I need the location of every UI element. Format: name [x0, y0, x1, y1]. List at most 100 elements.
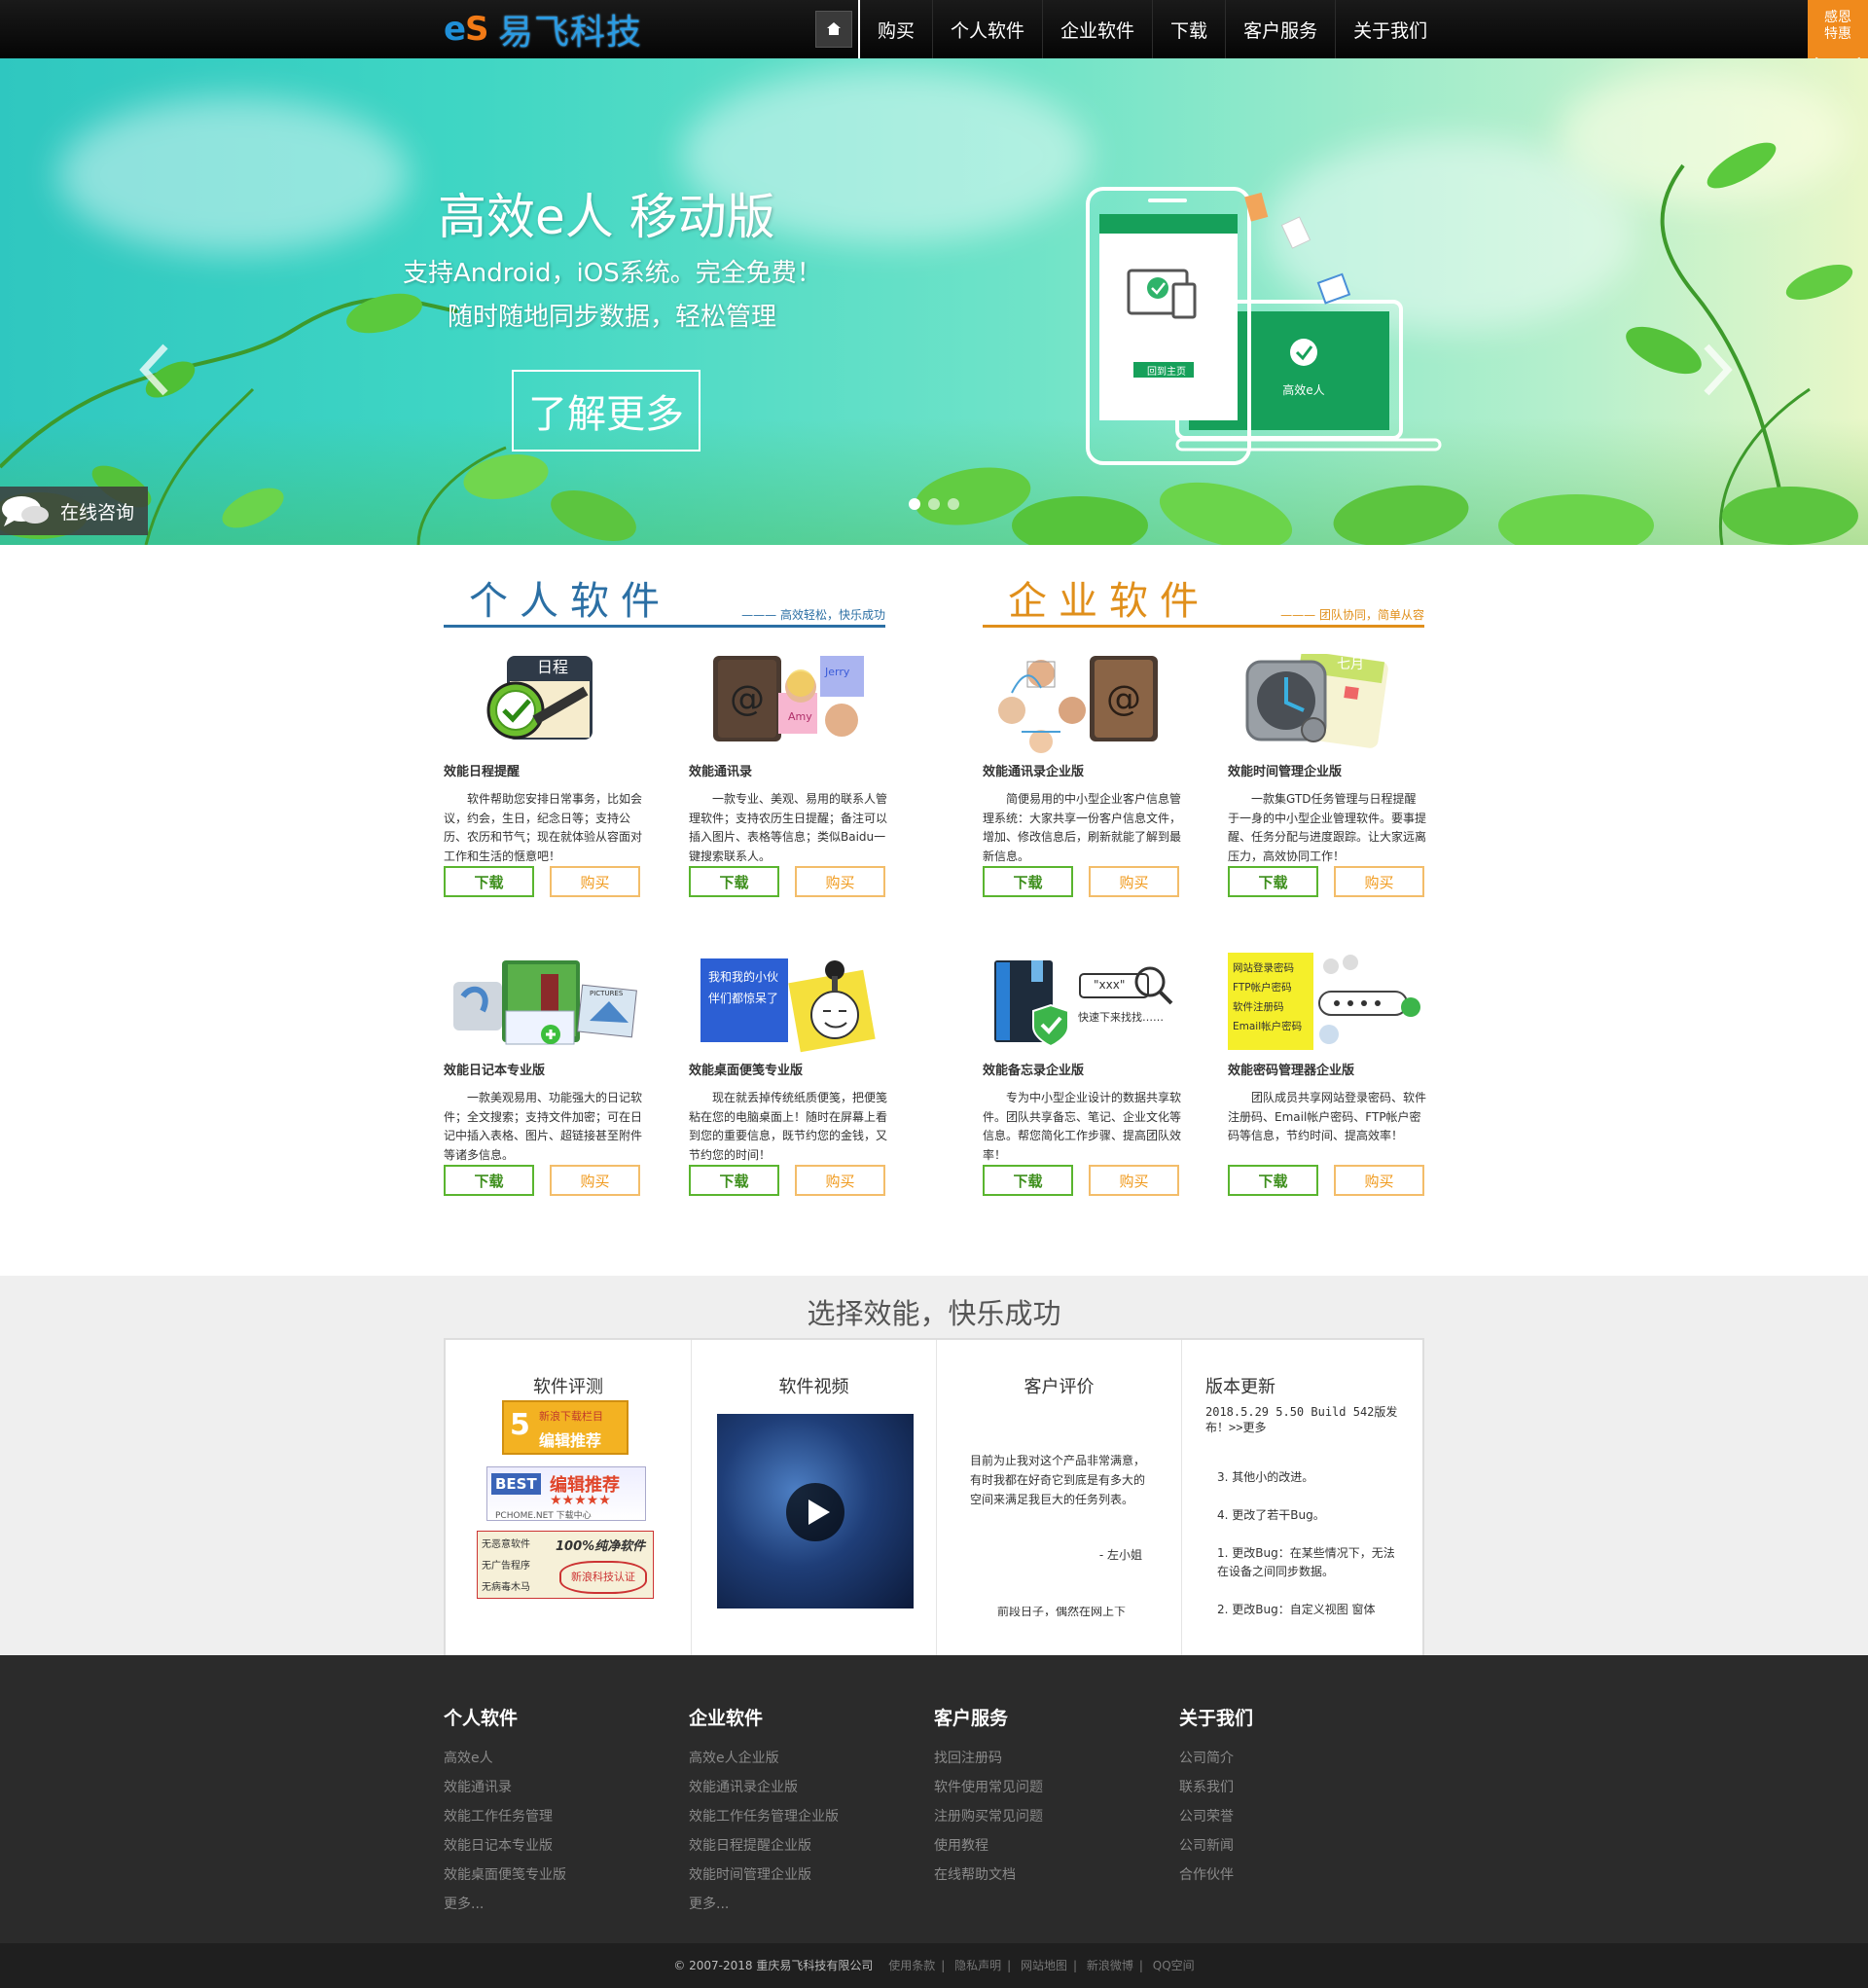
online-consult-button[interactable]: 在线咨询 [0, 487, 148, 535]
sina-certified-badge[interactable]: 无恶意软件 100%纯净软件 无广告程序 无病毒木马 新浪科技认证 [477, 1531, 654, 1599]
footer-link[interactable]: 在线帮助文档 [934, 1861, 1043, 1890]
nav-buy[interactable]: 购买 [858, 0, 932, 58]
home-button[interactable] [815, 11, 852, 48]
sitemap-link[interactable]: 网站地图 [1021, 1959, 1067, 1972]
product-card: 网站登录密码 FTP帐户密码 软件注册码 Email帐户密码 效能密码管理器企业… [1228, 953, 1427, 1196]
video-player[interactable] [717, 1414, 914, 1608]
banner-tagline-1: 支持Android，iOS系统。完全免费！ [403, 259, 822, 288]
product-name[interactable]: 效能通讯录企业版 [983, 761, 1084, 779]
product-description: 团队成员共享网站登录密码、软件注册码、Email帐户密码、FTP帐户密码等信息，… [1228, 1091, 1427, 1142]
personal-software-title: 个人软件 [469, 579, 671, 624]
buy-button[interactable]: 购买 [795, 866, 885, 897]
footer-link[interactable]: 注册购买常见问题 [934, 1802, 1043, 1831]
download-button[interactable]: 下载 [444, 1165, 534, 1196]
download-button[interactable]: 下载 [689, 866, 779, 897]
learn-more-button[interactable]: 了解更多 [512, 370, 700, 452]
laptop-app-label: 高效e人 [1282, 383, 1325, 397]
sina-award-badge[interactable]: 5 新浪下载栏目 编辑推荐 [502, 1400, 629, 1455]
version-updates-column: 版本更新 2018.5.29 5.50 Build 542版发布！>>更多 3.… [1181, 1340, 1424, 1655]
nav-download[interactable]: 下载 [1152, 0, 1225, 58]
nav-personal-software[interactable]: 个人软件 [932, 0, 1042, 58]
buy-button[interactable]: 购买 [1334, 1165, 1424, 1196]
download-button[interactable]: 下载 [444, 866, 534, 897]
qzone-link[interactable]: QQ空间 [1153, 1959, 1195, 1972]
personal-software-subtitle: ——— 高效轻松，快乐成功 [741, 608, 885, 622]
buy-button[interactable]: 购买 [1334, 866, 1424, 897]
update-headline[interactable]: 2018.5.29 5.50 Build 542版发布！>>更多 [1205, 1404, 1400, 1435]
testimonial-author: - 左小姐 [1098, 1548, 1142, 1562]
product-name[interactable]: 效能备忘录企业版 [983, 1060, 1084, 1078]
footer-link[interactable]: 合作伙伴 [1179, 1861, 1253, 1890]
footer-link[interactable]: 效能通讯录企业版 [689, 1773, 839, 1802]
product-description: 专为中小型企业设计的数据共享软件。团队共享备忘、笔记、企业文化等信息。帮您简化工… [983, 1091, 1182, 1162]
footer-link[interactable]: 效能时间管理企业版 [689, 1861, 839, 1890]
footer-link[interactable]: 软件使用常见问题 [934, 1773, 1043, 1802]
footer-link[interactable]: 公司新闻 [1179, 1831, 1253, 1861]
pchome-best-label: BEST [491, 1473, 541, 1495]
nav-enterprise-software[interactable]: 企业软件 [1042, 0, 1152, 58]
enterprise-contacts-icon[interactable]: @ [983, 654, 1182, 761]
buy-button[interactable]: 购买 [795, 1165, 885, 1196]
top-navigation-bar: eS 易飞科技 购买 个人软件 企业软件 下载 客户服务 关于我们 感恩 特惠 [0, 0, 1868, 78]
footer-link[interactable]: 高效e人 [444, 1744, 566, 1773]
slide-dot-1[interactable] [909, 498, 920, 510]
buy-button[interactable]: 购买 [550, 1165, 640, 1196]
footer-link[interactable]: 效能桌面便笺专业版 [444, 1861, 566, 1890]
buy-button[interactable]: 购买 [1089, 1165, 1179, 1196]
copyright-bar: © 2007-2018 重庆易飞科技有限公司 使用条款 | 隐私声明 | 网站地图 |… [0, 1943, 1868, 1988]
terms-link[interactable]: 使用条款 [888, 1959, 935, 1972]
product-name[interactable]: 效能时间管理企业版 [1228, 761, 1342, 779]
sticky-notes-icon[interactable]: 我和我的小伙伴们都惊呆了 [689, 953, 888, 1060]
site-logo[interactable]: eS 易飞科技 [444, 8, 642, 53]
certified-line-4: 无病毒木马 [482, 1582, 530, 1593]
footer-column-title: 关于我们 [1179, 1708, 1254, 1729]
download-button[interactable]: 下载 [689, 1165, 779, 1196]
nav-customer-service[interactable]: 客户服务 [1225, 0, 1335, 58]
footer-link[interactable]: 公司简介 [1179, 1744, 1253, 1773]
footer-link[interactable]: 效能通讯录 [444, 1773, 566, 1802]
footer-link[interactable]: 效能日记本专业版 [444, 1831, 566, 1861]
footer-link[interactable]: 效能日程提醒企业版 [689, 1831, 839, 1861]
footer-link[interactable]: 高效e人企业版 [689, 1744, 839, 1773]
slide-dot-3[interactable] [948, 498, 959, 510]
time-management-icon[interactable]: 七月 [1228, 650, 1427, 761]
pchome-award-badge[interactable]: BEST 编辑推荐 ★★★★★ PCHOME.NET 下载中心 [486, 1466, 646, 1521]
footer-link[interactable]: 联系我们 [1179, 1773, 1253, 1802]
calendar-reminder-icon[interactable]: 日程 [444, 654, 643, 761]
download-button[interactable]: 下载 [1228, 1165, 1318, 1196]
buy-button[interactable]: 购买 [1089, 866, 1179, 897]
product-name[interactable]: 效能桌面便笺专业版 [689, 1060, 803, 1078]
svg-text:@: @ [730, 679, 765, 719]
footer-link[interactable]: 使用教程 [934, 1831, 1043, 1861]
footer-link[interactable]: 更多... [444, 1890, 566, 1919]
play-icon[interactable] [785, 1482, 845, 1542]
diary-icon[interactable]: PICTURES [444, 953, 643, 1060]
download-button[interactable]: 下载 [1228, 866, 1318, 897]
download-button[interactable]: 下载 [983, 1165, 1073, 1196]
product-name[interactable]: 效能密码管理器企业版 [1228, 1060, 1354, 1078]
footer-link[interactable]: 效能工作任务管理企业版 [689, 1802, 839, 1831]
buy-button[interactable]: 购买 [550, 866, 640, 897]
product-name[interactable]: 效能通讯录 [689, 761, 752, 779]
password-manager-icon[interactable]: 网站登录密码 FTP帐户密码 软件注册码 Email帐户密码 [1228, 953, 1427, 1060]
memo-icon[interactable]: "xxx" 快速下来找找…… [983, 953, 1182, 1060]
product-card: PICTURES 效能日记本专业版 一款美观易用、功能强大的日记软件；全文搜索；… [444, 953, 643, 1196]
logo-text: 易飞科技 [498, 13, 643, 53]
next-slide-arrow[interactable] [1697, 341, 1736, 399]
address-book-icon[interactable]: @ Jerry Amy [689, 654, 888, 761]
footer-link[interactable]: 找回注册码 [934, 1744, 1043, 1773]
download-button[interactable]: 下载 [983, 866, 1073, 897]
nav-about-us[interactable]: 关于我们 [1335, 0, 1445, 58]
footer-link[interactable]: 更多... [689, 1890, 839, 1919]
product-name[interactable]: 效能日程提醒 [444, 761, 520, 779]
weibo-link[interactable]: 新浪微博 [1087, 1959, 1133, 1972]
privacy-link[interactable]: 隐私声明 [954, 1959, 1001, 1972]
previous-slide-arrow[interactable] [136, 341, 175, 399]
version-updates-title: 版本更新 [1205, 1377, 1275, 1397]
password-list-item: FTP帐户密码 [1233, 982, 1292, 994]
slide-dot-2[interactable] [928, 498, 940, 510]
footer-link[interactable]: 公司荣誉 [1179, 1802, 1253, 1831]
product-name[interactable]: 效能日记本专业版 [444, 1060, 545, 1078]
software-reviews-title: 软件评测 [533, 1377, 603, 1397]
footer-link[interactable]: 效能工作任务管理 [444, 1802, 566, 1831]
